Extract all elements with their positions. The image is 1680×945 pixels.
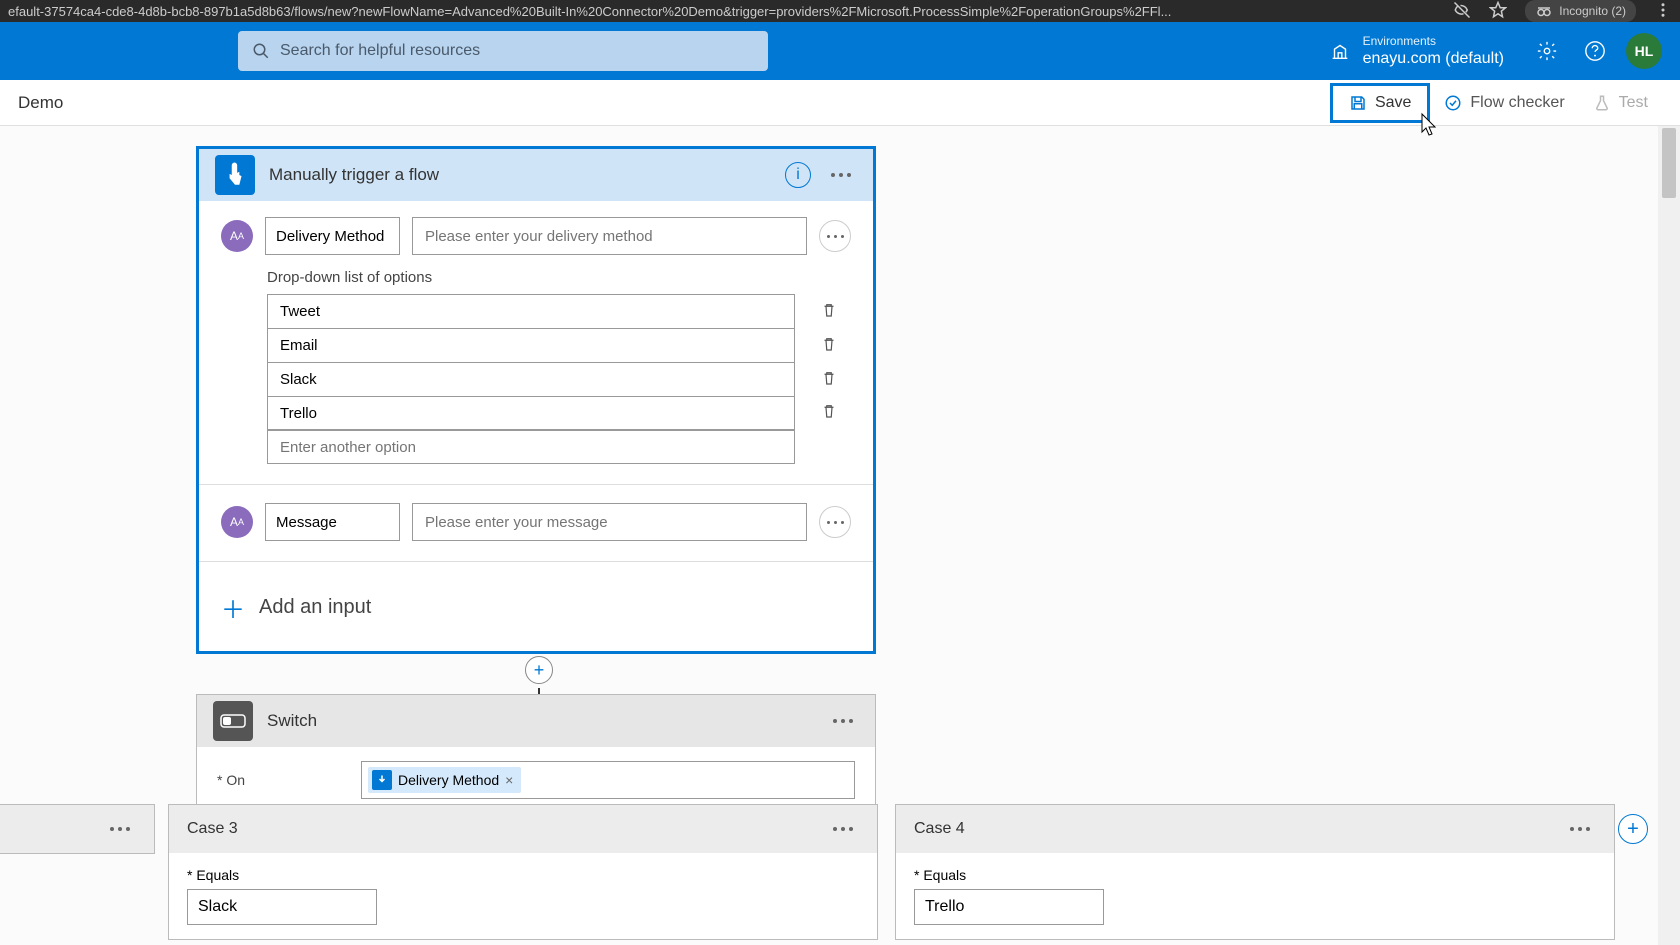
app-header: Environments enayu.com (default) HL [0,22,1680,80]
case-menu-icon[interactable] [827,827,859,831]
dropdown-options-list: Tweet Email Slack Trello [267,294,795,464]
text-type-icon: AA [221,506,253,538]
test-button[interactable]: Test [1579,88,1662,118]
eye-off-icon[interactable] [1453,1,1471,22]
scrollbar-thumb[interactable] [1662,128,1676,198]
manual-trigger-icon [215,155,255,195]
token-remove-icon[interactable]: × [505,772,513,788]
input-more-button[interactable] [819,220,851,252]
vertical-scrollbar[interactable] [1658,126,1680,945]
switch-card-header[interactable]: Switch [197,695,875,747]
equals-label: * Equals [187,867,859,883]
case-card-partial[interactable] [0,804,155,854]
trigger-input-row: AA Delivery Method [221,217,851,255]
trigger-card-header[interactable]: Manually trigger a flow i [199,149,873,201]
plus-icon: ＋ [221,590,245,625]
delete-icon[interactable] [820,402,838,424]
case-title: Case 4 [914,820,1564,838]
trigger-card[interactable]: Manually trigger a flow i AA Delivery Me… [196,146,876,654]
input-name-field[interactable]: Delivery Method [265,217,400,255]
trigger-input-row: AA Message [221,503,851,541]
case-4-card[interactable]: Case 4 * Equals [895,804,1615,940]
dropdown-option[interactable]: Trello [267,396,795,430]
flow-checker-button[interactable]: Flow checker [1430,88,1578,118]
text-type-icon: AA [221,220,253,252]
switch-icon [213,701,253,741]
toolbar: Demo Save Flow checker Test [0,80,1680,126]
checker-icon [1444,94,1462,112]
search-input[interactable] [280,42,754,60]
star-icon[interactable] [1489,1,1507,22]
dropdown-option[interactable]: Tweet [267,294,795,328]
browser-menu-icon[interactable] [1654,1,1672,22]
switch-card[interactable]: Switch * On Delivery Method × [196,694,876,814]
equals-label: * Equals [914,867,1596,883]
save-icon [1349,94,1367,112]
dropdown-section-label: Drop-down list of options [267,269,851,286]
environment-icon[interactable] [1329,40,1351,62]
save-button[interactable]: Save [1330,83,1430,123]
insert-step-button[interactable]: + [525,656,553,684]
dropdown-new-option-input[interactable] [267,430,795,464]
switch-title: Switch [267,711,813,731]
token-icon [372,770,392,790]
flow-name[interactable]: Demo [18,93,63,113]
input-description-field[interactable] [412,217,807,255]
trigger-title: Manually trigger a flow [269,165,771,185]
case-menu-icon[interactable] [104,827,136,831]
input-description-field[interactable] [412,503,807,541]
flow-canvas[interactable]: Manually trigger a flow i AA Delivery Me… [0,126,1658,945]
add-case-button[interactable]: + [1618,814,1648,844]
search-box[interactable] [238,31,768,71]
equals-input[interactable] [187,889,377,925]
add-input-button[interactable]: ＋ Add an input [221,580,851,641]
switch-on-input[interactable]: Delivery Method × [361,761,855,799]
flask-icon [1593,94,1611,112]
trigger-menu-icon[interactable] [825,173,857,177]
delete-icon[interactable] [820,369,838,391]
equals-input[interactable] [914,889,1104,925]
incognito-badge[interactable]: Incognito (2) [1525,0,1636,22]
case-title: Case 3 [187,820,827,838]
browser-address-bar: efault-37574ca4-cde8-4d8b-bcb8-897b1a5d8… [0,0,1680,22]
case-3-card[interactable]: Case 3 * Equals [168,804,878,940]
dropdown-option[interactable]: Email [267,328,795,362]
dropdown-option[interactable]: Slack [267,362,795,396]
delete-icon[interactable] [820,301,838,323]
environment-picker[interactable]: Environments enayu.com (default) [1363,34,1504,68]
help-icon[interactable] [1584,40,1606,62]
switch-menu-icon[interactable] [827,719,859,723]
delete-icon[interactable] [820,335,838,357]
search-icon [252,42,270,60]
switch-on-label: * On [217,772,347,788]
url-text: efault-37574ca4-cde8-4d8b-bcb8-897b1a5d8… [8,4,1453,19]
input-more-button[interactable] [819,506,851,538]
info-icon[interactable]: i [785,162,811,188]
avatar[interactable]: HL [1626,33,1662,69]
input-name-field[interactable]: Message [265,503,400,541]
gear-icon[interactable] [1536,40,1558,62]
case-menu-icon[interactable] [1564,827,1596,831]
dynamic-content-token[interactable]: Delivery Method × [368,767,521,793]
